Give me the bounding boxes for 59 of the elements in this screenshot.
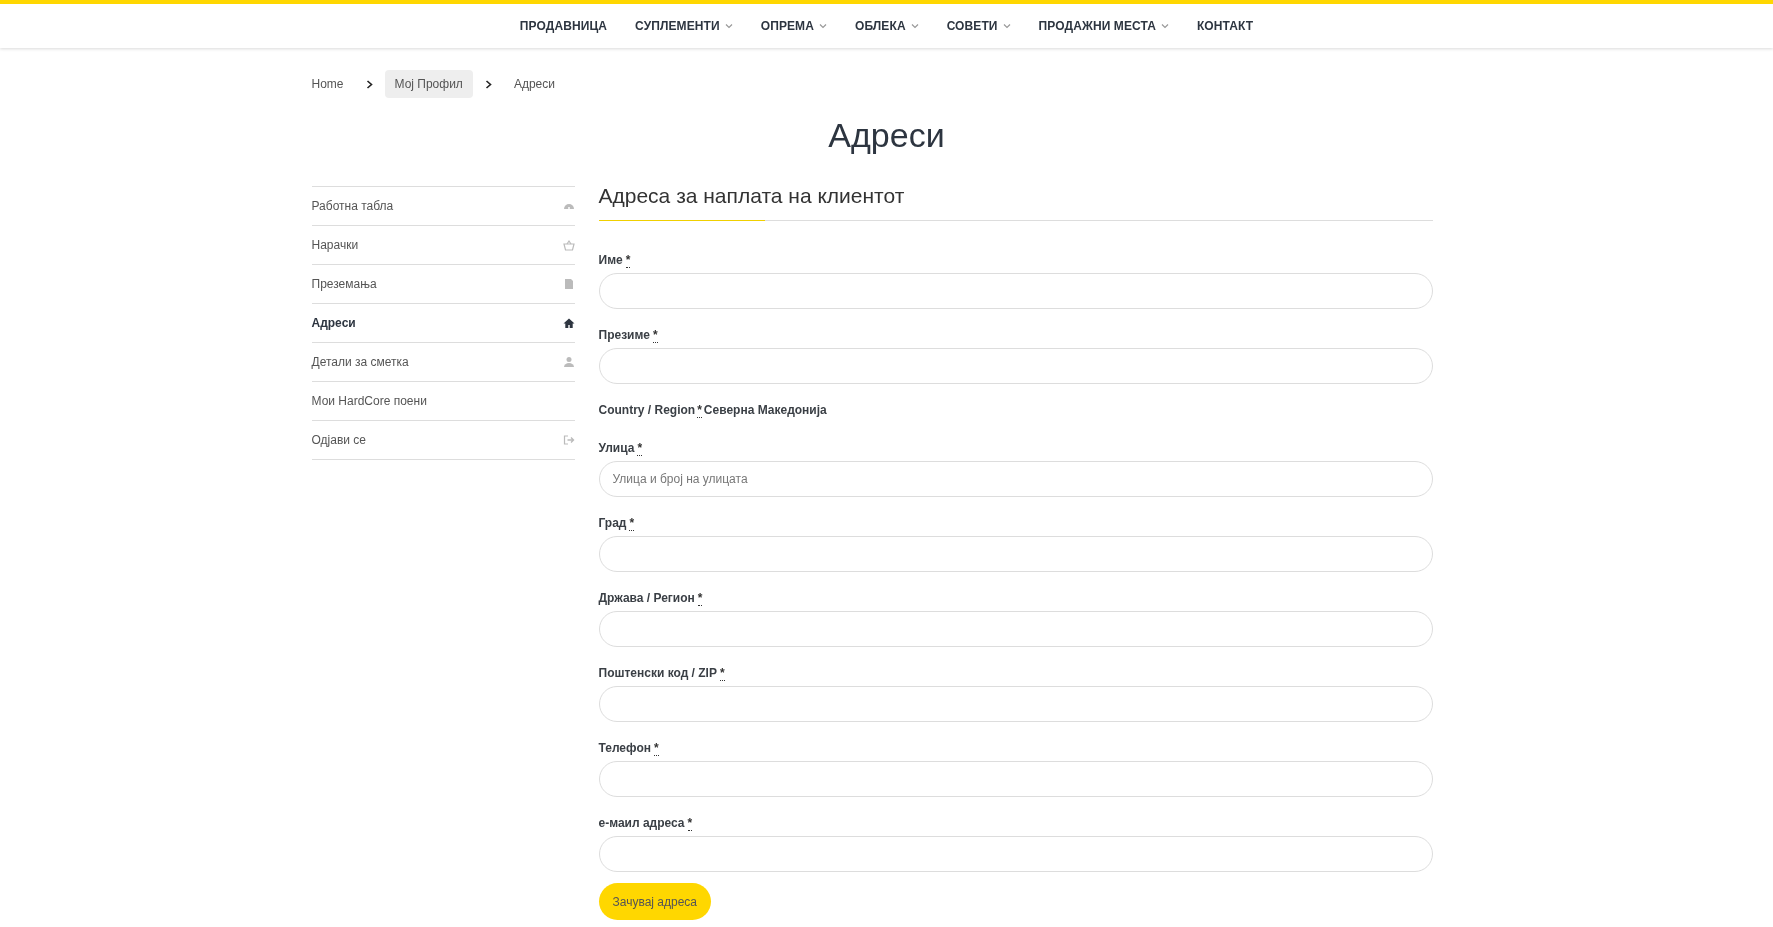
sidebar-item[interactable]: Адреси [311,304,575,343]
page-title: Адреси [827,115,946,156]
chevron-down-icon [910,22,919,30]
basket-icon [562,239,575,251]
breadcrumb-item[interactable]: Мој Профил [384,70,473,98]
input-field[interactable] [598,761,1433,797]
field-label: Презиме [598,328,651,342]
field-label: Име [598,253,623,267]
nav-link[interactable]: ОПРЕМА [746,19,841,33]
sidebar-item[interactable]: Мои HardCore поени [311,382,575,421]
required-mark: * [697,591,703,606]
sidebar-item[interactable]: Одјави се [311,421,575,460]
required-mark: * [629,516,635,531]
chevron-right-icon [365,79,373,89]
nav-link[interactable]: ПРОДАЖНИ МЕСТА [1024,19,1183,33]
field-label: Телефон [598,741,651,755]
required-mark: * [719,666,725,681]
input-field[interactable] [598,348,1433,384]
user-icon [562,356,575,368]
field-label: Улица [598,441,635,455]
save-address-button[interactable]: Зачувај адреса [598,883,712,920]
input-field[interactable] [598,611,1433,647]
field-label: Држава / Регион [598,591,695,605]
chevron-down-icon [724,22,733,30]
field-label: е-маил адреса [598,816,685,830]
sidebar-item[interactable]: Работна табла [311,187,575,226]
required-mark: * [625,253,631,268]
chevron-down-icon [1160,22,1169,30]
breadcrumb-item: Адреси [512,76,556,93]
required-mark: * [653,328,658,343]
input-field[interactable] [598,686,1433,722]
required-mark: * [697,403,702,418]
chevron-down-icon [818,22,827,30]
field-label: Country / Region [598,403,696,417]
nav-link[interactable]: СУПЛЕМЕНТИ [621,19,747,33]
nav-link[interactable]: КОНТАКТ [1182,19,1268,33]
sidebar-item[interactable]: Преземања [311,265,575,304]
sidebar-item[interactable]: Нарачки [311,226,575,265]
input-field[interactable] [598,536,1433,572]
nav-link[interactable]: ОБЛЕКА [840,19,933,33]
input-field[interactable] [598,273,1433,309]
file-icon [562,278,575,290]
chevron-down-icon [1002,22,1011,30]
field-value: Северна Македонија [703,403,827,417]
sign-out-icon [562,434,575,446]
field-label: Град [598,516,627,530]
section-heading: Адреса за наплата на клиентот [598,184,1433,221]
chevron-right-icon [484,79,492,89]
input-field[interactable]: Улица и број на улицата [598,461,1433,497]
required-mark: * [687,816,693,831]
home-icon [562,317,575,329]
input-field[interactable] [598,836,1433,872]
field-label: Поштенски код / ZIP [598,666,717,680]
nav-link[interactable]: СОВЕТИ [932,19,1025,33]
breadcrumb-item[interactable]: Home [311,70,354,98]
sidebar-item[interactable]: Детали за сметка [311,343,575,382]
nav-link[interactable]: ПРОДАВНИЦА [505,19,622,33]
required-mark: * [653,741,659,756]
required-mark: * [637,441,643,456]
